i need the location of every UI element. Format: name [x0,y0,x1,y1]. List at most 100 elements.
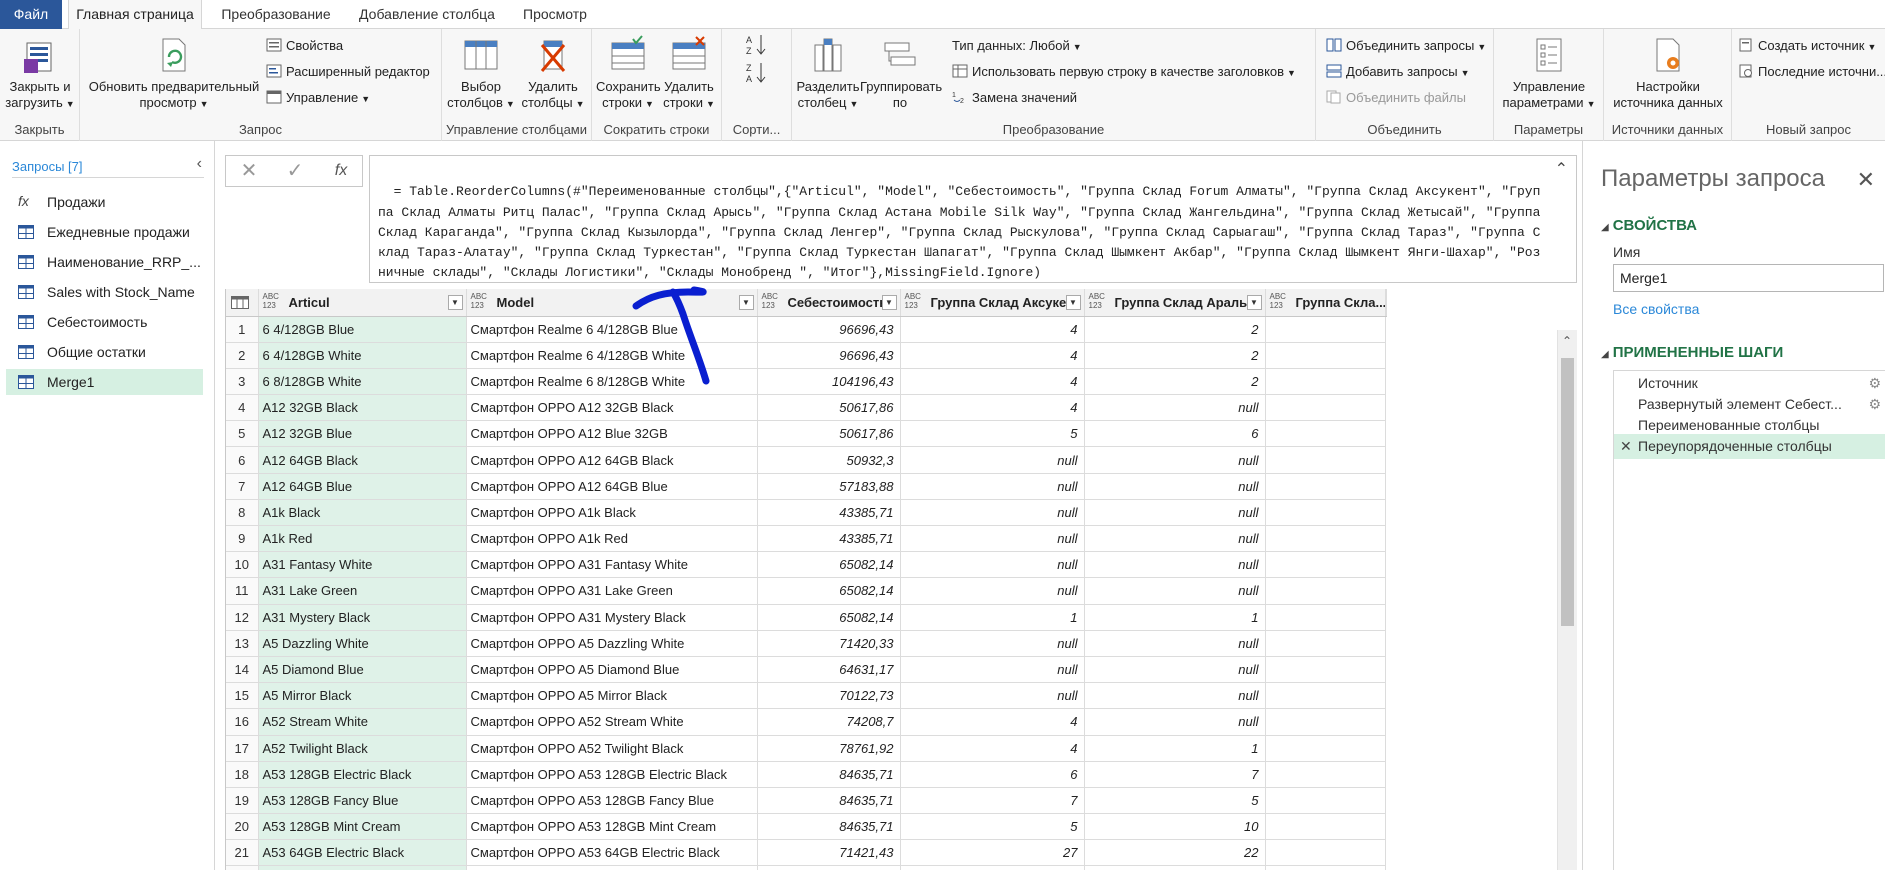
tab-file[interactable]: Файл [0,0,62,29]
remove-columns-button[interactable]: Удалить столбцы ▼ [518,35,588,112]
tab-view[interactable]: Просмотр [512,0,598,29]
merge-queries-button[interactable]: Объединить запросы ▼ [1326,35,1486,57]
refresh-preview-button[interactable]: Обновить предварительный просмотр ▼ [84,35,264,112]
table-cell[interactable]: 5 [900,420,1085,448]
table-cell[interactable] [1265,577,1386,605]
table-cell[interactable]: null [900,473,1085,500]
table-cell[interactable]: 5 [900,813,1085,841]
filter-dropdown-icon[interactable]: ▼ [881,295,897,310]
table-cell[interactable]: 2 [1084,342,1266,369]
table-cell[interactable]: 6 4/128GB White [258,342,467,369]
table-cell[interactable]: 7 [900,787,1085,815]
table-row[interactable]: 6 A12 64GB Black Смартфон OPPO A12 64GB Bl… [226,446,1386,474]
table-cell[interactable]: 84635,71 [757,787,901,815]
vertical-scrollbar[interactable]: ⌃ [1557,330,1577,870]
table-cell[interactable]: null [1084,446,1266,474]
table-cell[interactable]: null [1084,630,1266,657]
table-cell[interactable]: 7 [1084,761,1266,788]
table-cell[interactable]: A53 64GB Electric Black [258,839,467,867]
table-cell[interactable]: 10 [1084,813,1266,841]
table-cell[interactable]: 50617,86 [757,420,901,448]
table-cell[interactable]: null [1084,577,1266,605]
table-cell[interactable] [1265,394,1386,422]
table-cell[interactable]: 50932,3 [757,446,901,474]
queries-title[interactable]: Запросы [7] [12,159,83,174]
type-any-icon[interactable]: ABC 123 [263,292,279,310]
table-cell[interactable]: Смартфон OPPO A1k Black [466,499,758,527]
sort-ascending-button[interactable]: AZ [746,33,768,57]
table-cell[interactable]: null [900,630,1085,657]
table-row[interactable]: 4 A12 32GB Black Смартфон OPPO A12 32GB Bl… [226,394,1386,422]
table-row[interactable]: 9 A1k Red Смартфон OPPO A1k Red 43385,71 nul… [226,525,1386,553]
table-cell[interactable]: null [900,551,1085,579]
table-row[interactable]: 16 A52 Stream White Смартфон OPPO A52 Stre… [226,708,1386,736]
table-cell[interactable]: 6 [900,761,1085,788]
split-column-button[interactable]: Разделить столбец ▼ [796,35,860,112]
table-cell[interactable] [1265,368,1386,396]
table-row[interactable]: 21 A53 64GB Electric Black Смартфон OPPO A… [226,839,1386,867]
table-cell[interactable]: Смартфон Realme 6 4/128GB Blue [466,316,758,343]
table-cell[interactable] [1265,342,1386,369]
column-header[interactable]: ABC 123 Группа Скла... [1265,289,1386,317]
table-cell[interactable]: Смартфон OPPO A53 64GB Electric Black [466,839,758,867]
table-row[interactable]: 20 A53 128GB Mint Cream Смартфон OPPO A53 … [226,813,1386,841]
formula-text[interactable]: = Table.ReorderColumns(#"Переименованные… [378,184,1548,280]
type-any-icon[interactable]: ABC 123 [1089,292,1105,310]
table-row[interactable]: 14 A5 Diamond Blue Смартфон OPPO A5 Diamon… [226,656,1386,684]
table-cell[interactable]: A53 128GB Fancy Blue [258,787,467,815]
table-cell[interactable] [900,865,1085,870]
table-cell[interactable]: 84635,71 [757,761,901,788]
table-cell[interactable] [258,865,467,870]
table-cell[interactable] [1265,446,1386,474]
column-header[interactable]: ABC 123 Model ▼ [466,289,758,317]
table-row[interactable]: 19 A53 128GB Fancy Blue Смартфон OPPO A53 … [226,787,1386,815]
manage-button[interactable]: Управление ▼ [266,87,370,109]
table-cell[interactable]: Смартфон OPPO A31 Fantasy White [466,551,758,579]
data-type-dropdown[interactable]: Тип данных: Любой ▼ [952,35,1082,57]
table-row[interactable]: 15 A5 Mirror Black Смартфон OPPO A5 Mirror… [226,682,1386,710]
table-cell[interactable]: 6 [1084,420,1266,448]
table-cell[interactable]: 50617,86 [757,394,901,422]
table-row[interactable]: 5 A12 32GB Blue Смартфон OPPO A12 Blue 32G… [226,420,1386,448]
filter-dropdown-icon[interactable]: ▼ [738,295,754,310]
table-cell[interactable] [1265,865,1386,870]
table-cell[interactable]: 71420,33 [757,630,901,657]
collapse-pane-icon[interactable]: ‹ [197,155,202,173]
column-header[interactable]: ABC 123 Группа Склад Аральск ▼ [1084,289,1266,317]
table-cell[interactable]: Смартфон Realme 6 4/128GB White [466,342,758,369]
group-by-button[interactable]: Группировать по [860,35,942,111]
column-header[interactable]: ABC 123 Себестоимость ▼ [757,289,901,317]
table-row[interactable]: 12 A31 Mystery Black Смартфон OPPO A31 Mys… [226,604,1386,631]
table-cell[interactable]: Смартфон OPPO A12 32GB Black [466,394,758,422]
table-cell[interactable]: A1k Black [258,499,467,527]
table-cell[interactable]: A1k Red [258,525,467,553]
all-properties-link[interactable]: Все свойства [1613,301,1699,317]
table-cell[interactable]: A53 128GB Mint Cream [258,813,467,841]
query-item[interactable]: Ежедневные продажи [6,219,203,245]
query-item[interactable]: fx Продажи [6,189,203,215]
table-cell[interactable]: 78761,92 [757,735,901,762]
table-cell[interactable]: Смартфон OPPO A52 Twilight Black [466,735,758,762]
table-cell[interactable]: 104196,43 [757,368,901,396]
table-cell[interactable]: null [1084,499,1266,527]
table-cell[interactable]: 71421,43 [757,839,901,867]
table-cell[interactable]: Смартфон OPPO A52 Stream White [466,708,758,736]
table-row[interactable]: 7 A12 64GB Blue Смартфон OPPO A12 64GB Blu… [226,473,1386,500]
combine-files-button[interactable]: Объединить файлы [1326,87,1466,109]
applied-steps-header[interactable]: ◢ ПРИМЕНЕННЫЕ ШАГИ [1601,344,1783,361]
table-cell[interactable] [1265,839,1386,867]
table-cell[interactable]: A5 Dazzling White [258,630,467,657]
table-cell[interactable]: 4 [900,342,1085,369]
table-cell[interactable]: Смартфон OPPO A53 128GB Mint Cream [466,813,758,841]
query-item[interactable]: Merge1 [6,369,203,395]
query-name-input[interactable] [1613,264,1884,292]
table-cell[interactable]: 5 [1084,787,1266,815]
commit-formula-icon[interactable]: ✓ [272,156,318,186]
table-cell[interactable]: 43385,71 [757,499,901,527]
table-cell[interactable]: null [900,656,1085,684]
table-cell[interactable]: 4 [900,735,1085,762]
type-any-icon[interactable]: ABC 123 [471,292,487,310]
query-item[interactable]: Себестоимость [6,309,203,335]
scroll-up-icon[interactable]: ⌃ [1562,334,1572,348]
data-source-settings-button[interactable]: Настройки источника данных [1606,35,1730,111]
